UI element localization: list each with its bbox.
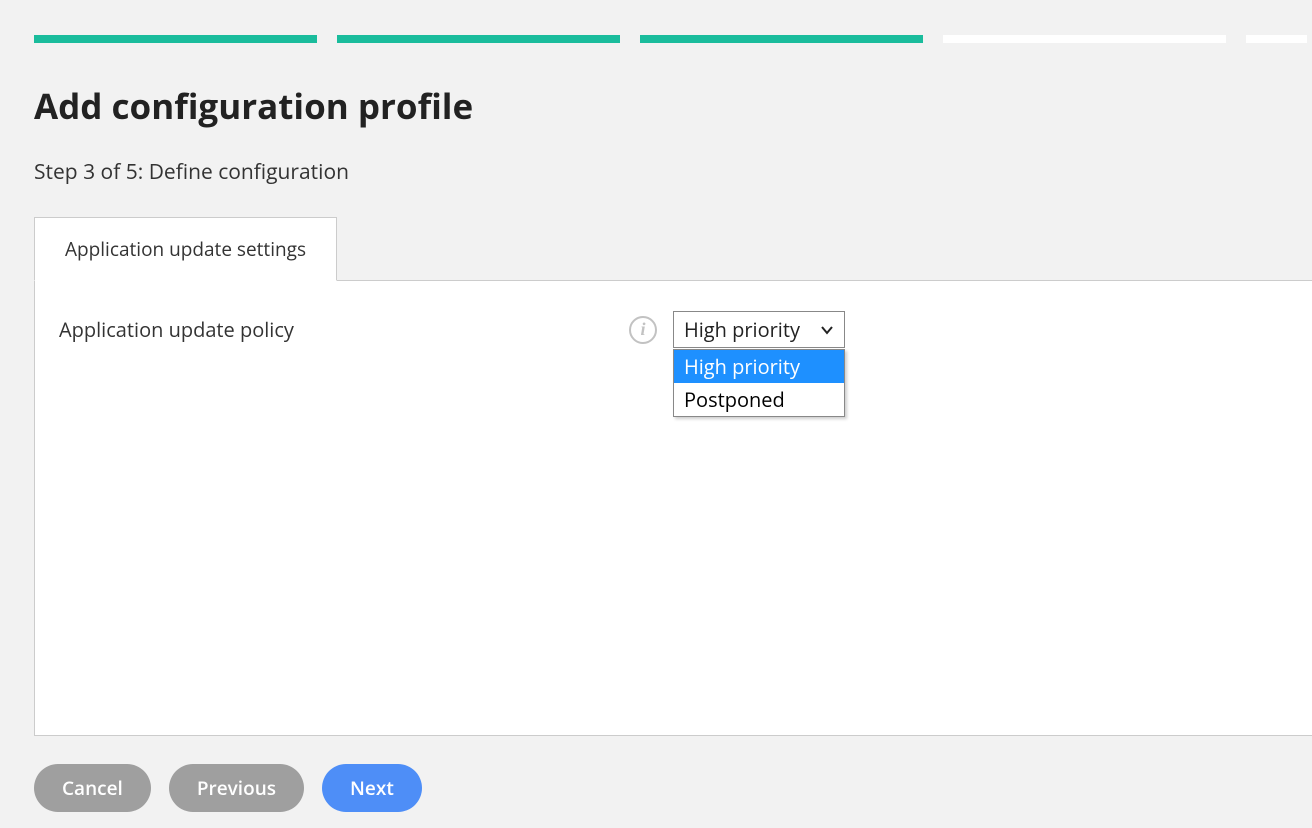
info-icon[interactable] [629,316,657,344]
dropdown-option-label: Postponed [684,386,785,413]
progress-segment-2 [337,35,620,43]
dropdown-option-postponed[interactable]: Postponed [674,383,844,416]
next-button[interactable]: Next [322,764,422,812]
update-policy-label: Application update policy [59,316,629,343]
tab-label: Application update settings [65,236,306,262]
update-policy-select[interactable]: High priority [673,311,845,348]
previous-button[interactable]: Previous [169,764,304,812]
step-indicator: Step 3 of 5: Define configuration [34,158,1312,186]
dropdown-option-high-priority[interactable]: High priority [674,350,844,383]
chevron-down-icon [820,323,834,337]
update-policy-selected-value: High priority [684,316,800,343]
update-policy-dropdown: High priority Postponed [673,349,845,417]
page-title: Add configuration profile [34,83,1312,130]
tab-application-update-settings[interactable]: Application update settings [34,217,337,281]
cancel-button[interactable]: Cancel [34,764,151,812]
footer-buttons: Cancel Previous Next [34,764,1312,812]
dropdown-option-label: High priority [684,353,800,380]
update-policy-select-wrapper: High priority High priority Postponed [673,311,845,348]
progress-segment-4 [943,35,1226,43]
progress-segment-5 [1246,35,1307,43]
form-row-update-policy: Application update policy High priority … [59,311,1292,348]
progress-bar [34,35,1312,43]
tabs-row: Application update settings [34,216,1312,281]
tab-panel: Application update policy High priority … [34,281,1312,736]
progress-segment-3 [640,35,923,43]
progress-segment-1 [34,35,317,43]
